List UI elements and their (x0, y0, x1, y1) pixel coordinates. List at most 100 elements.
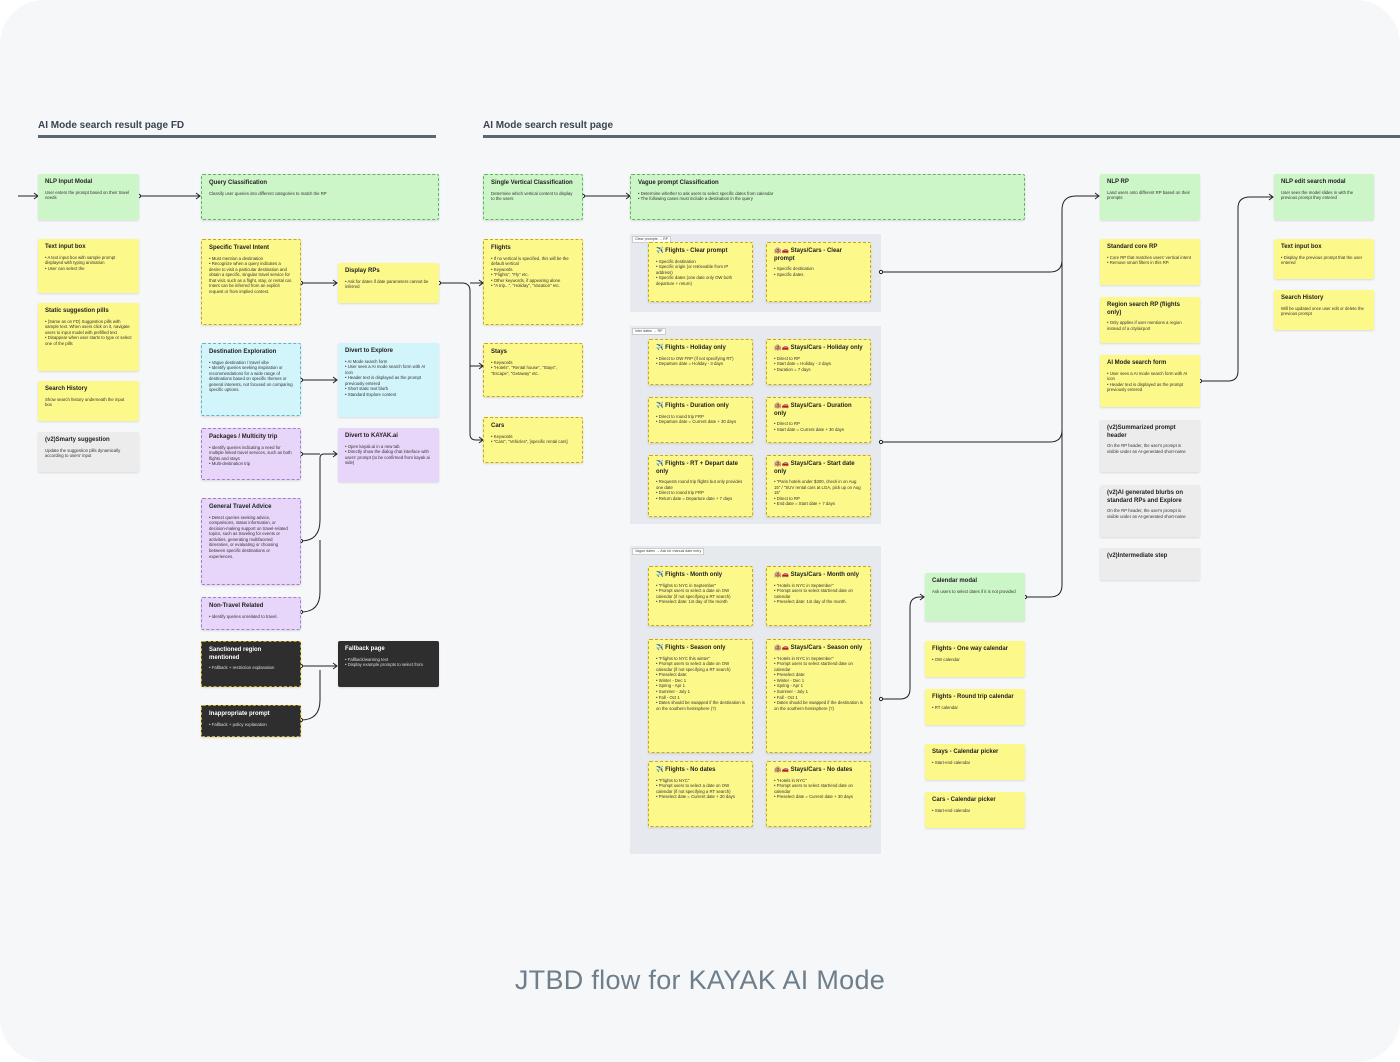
note-display-rps[interactable]: Display RPs • Ask for dates if date para… (338, 263, 439, 303)
note-ai-generated-blurbs[interactable]: (v2)AI generated blurbs on standard RPs … (1100, 485, 1200, 537)
note-search-history-rp[interactable]: Search History Will be updated once user… (1274, 290, 1374, 330)
note-fallback-page[interactable]: Fallback page • Fallback/warning text • … (338, 641, 439, 687)
note-body: • Specific destination • Specific origin… (656, 258, 733, 286)
note-title: Cars - Calendar picker (932, 797, 996, 803)
note-text-input-box-fd[interactable]: Text input box • A text input box with s… (38, 239, 139, 293)
connector-advice-to-kayak (300, 453, 337, 613)
note-packages-multicity[interactable]: Packages / Multicity trip • Identify que… (201, 428, 301, 480)
note-body: • User sees a AI mode search form with A… (1107, 370, 1188, 393)
note-title: Stays - Calendar picker (932, 749, 999, 755)
note-smarty-suggestion[interactable]: (v2)Smarty suggestion Update the suggest… (38, 432, 139, 472)
note-standard-core-rp[interactable]: Standard core RP • Core RP that matches … (1100, 239, 1200, 285)
note-title: Flights (491, 245, 511, 251)
note-body: • Display the previous prompt that the u… (1281, 254, 1363, 266)
note-flights-month-only[interactable]: ✈️ Flights - Month only • "Flights to NY… (648, 566, 753, 626)
note-title: Static suggestion pills (45, 308, 109, 314)
note-title: Flights - One way calendar (932, 646, 1009, 652)
note-stays-cars-holiday-only[interactable]: 🏨🚗 Stays/Cars - Holiday only • Direct to… (766, 339, 871, 385)
note-flights-no-dates[interactable]: ✈️ Flights - No dates • "Flights to NYC"… (648, 761, 753, 827)
note-flights-holiday-only[interactable]: ✈️ Flights - Holiday only • Direct to OW… (648, 339, 753, 385)
note-title: Search History (1281, 295, 1324, 301)
note-title: Region search RP (flights only) (1107, 302, 1180, 316)
note-title: Display RPs (345, 268, 380, 274)
note-sanctioned-region[interactable]: Sanctioned region mentioned • Fallback +… (201, 641, 301, 687)
note-title: Divert to KAYAK.ai (345, 433, 398, 439)
connector-dot (878, 269, 884, 275)
note-body: • Specific destination • Specific dates (774, 266, 814, 277)
note-flights-rt-depart-date[interactable]: ✈️ Flights - RT + Depart date only • Req… (648, 455, 753, 517)
note-static-pills[interactable]: Static suggestion pills • (Same as on FD… (38, 303, 139, 371)
note-body: • A text input box with sample prompt di… (45, 254, 116, 271)
note-region-search-rp[interactable]: Region search RP (flights only) • Only a… (1100, 297, 1200, 343)
note-calendar-modal[interactable]: Calendar modal Ask users to select dates… (925, 573, 1025, 621)
note-stays-cars-duration-only[interactable]: 🏨🚗 Stays/Cars - Duration only • Direct t… (766, 397, 871, 443)
note-flights-season-only[interactable]: ✈️ Flights - Season only • "Flights to N… (648, 639, 753, 753)
note-destination-exploration[interactable]: Destination Exploration • Vague destinat… (201, 343, 301, 416)
note-title: Stays (491, 349, 508, 355)
note-stays-cars-no-dates[interactable]: 🏨🚗 Stays/Cars - No dates • "Hotels in NY… (766, 761, 871, 827)
note-flights-rt-calendar[interactable]: Flights - Round trip calendar • RT calen… (925, 689, 1025, 725)
note-body: • Detect queries seeking advice, compari… (209, 514, 288, 559)
connector-form-to-edit (1200, 196, 1273, 382)
note-query-classification[interactable]: Query Classification Classify user queri… (201, 174, 439, 220)
note-stays-cars-clear-prompt[interactable]: 🏨🚗 Stays/Cars - Clear prompt • Specific … (766, 242, 871, 302)
note-body: User enters the prompt based on their tr… (45, 189, 130, 201)
note-flights-clear-prompt[interactable]: ✈️ Flights - Clear prompt • Specific des… (648, 242, 753, 302)
note-summarized-prompt-header[interactable]: (v2)Summarized prompt header On the RP h… (1100, 420, 1200, 472)
note-search-history-fd[interactable]: Search History Show search history under… (38, 381, 139, 421)
note-intermediate-step[interactable]: (v2)Intermediate step (1100, 548, 1200, 580)
note-specific-travel-intent[interactable]: Specific Travel Intent • Must mention a … (201, 239, 301, 325)
note-body: • Start-end calendar (932, 759, 971, 765)
note-body: • Direct to OW FRP (if not specifying RT… (656, 355, 734, 367)
note-stays-cars-start-date[interactable]: 🏨🚗 Stays/Cars - Start date only • "Paris… (766, 455, 871, 517)
note-title: (v2)Smarty suggestion (45, 437, 110, 443)
note-flights-vertical[interactable]: Flights • If no vertical is specified, t… (483, 239, 583, 325)
note-body: • Direct to RP • Start date = Holiday - … (774, 355, 832, 372)
note-stays-cars-month-only[interactable]: 🏨🚗 Stays/Cars - Month only • "Hotels in … (766, 566, 871, 626)
note-general-travel-advice[interactable]: General Travel Advice • Detect queries s… (201, 498, 301, 585)
note-nlp-rp[interactable]: NLP RP Land users onto different RP base… (1100, 174, 1200, 220)
note-inappropriate-prompt[interactable]: Inappropriate prompt • Fallback + policy… (201, 705, 301, 737)
note-title: Calendar modal (932, 578, 978, 584)
note-nlp-edit-search-modal[interactable]: NLP edit search modal User sees the mode… (1274, 174, 1374, 220)
note-body: • If no vertical is specified, this will… (491, 255, 569, 289)
note-cars-calendar-picker[interactable]: Cars - Calendar picker • Start-end calen… (925, 792, 1025, 828)
note-body: • Fallback/warning text • Display exampl… (345, 656, 423, 668)
note-non-travel[interactable]: Non-Travel Related • Identify queries un… (201, 597, 301, 630)
note-divert-kayak-ai[interactable]: Divert to KAYAK.ai • Open kayak.ai in a … (338, 428, 439, 482)
note-body: • Fallback + policy explanation (209, 721, 267, 727)
note-stays-vertical[interactable]: Stays • Keywords • "Hotels", "Rental hou… (483, 343, 583, 397)
note-title: ✈️ Flights - Duration only (656, 403, 729, 409)
note-flights-duration-only[interactable]: ✈️ Flights - Duration only • Direct to r… (648, 397, 753, 443)
note-body: Determine which vertical content to disp… (491, 190, 573, 202)
connector-infer-to-nlprp (881, 260, 1063, 443)
note-stays-cars-season-only[interactable]: 🏨🚗 Stays/Cars - Season only • "Hotels in… (766, 639, 871, 753)
note-body: • "Flights to NYC" • Prompt users to sel… (656, 777, 735, 800)
note-flights-ow-calendar[interactable]: Flights - One way calendar • OW calendar (925, 641, 1025, 677)
note-title: ✈️ Flights - No dates (656, 767, 716, 773)
note-single-vertical-classification[interactable]: Single Vertical Classification Determine… (483, 174, 583, 220)
note-title: Divert to Explore (345, 348, 394, 354)
note-stays-calendar-picker[interactable]: Stays - Calendar picker • Start-end cale… (925, 744, 1025, 780)
note-body: • (Same as on FD) Suggestion pills with … (45, 318, 132, 346)
note-title: 🏨🚗 Stays/Cars - Holiday only (774, 345, 863, 351)
note-title: 🏨🚗 Stays/Cars - No dates (774, 767, 853, 773)
note-title: AI Mode search form (1107, 360, 1167, 366)
note-title: Text input box (45, 244, 86, 250)
note-title: NLP RP (1107, 179, 1129, 185)
note-text-input-box-rp[interactable]: Text input box • Display the previous pr… (1274, 239, 1374, 279)
note-title: 🏨🚗 Stays/Cars - Duration only (774, 403, 852, 417)
note-divert-explore[interactable]: Divert to Explore • AI Mode search form … (338, 343, 439, 417)
note-title: (v2)Summarized prompt header (1107, 425, 1176, 439)
note-nlp-input-modal[interactable]: NLP Input Modal User enters the prompt b… (38, 174, 139, 220)
note-body: • Ask for dates if date parameters canno… (345, 278, 429, 290)
note-title: Flights - Round trip calendar (932, 694, 1014, 700)
note-body: Will be updated once user edit or delete… (1281, 305, 1364, 317)
note-body: User sees the model slides in with the p… (1281, 189, 1354, 201)
note-cars-vertical[interactable]: Cars • Keywords • "Cars", "Vehicles", [s… (483, 417, 583, 463)
note-vague-prompt-classification[interactable]: Vague prompt Classification • Determine … (630, 174, 1025, 220)
note-body: • "Paris hotels under $300, check in on … (774, 479, 861, 507)
note-ai-mode-search-form[interactable]: AI Mode search form • User sees a AI mod… (1100, 355, 1200, 407)
note-body: • Keywords • "Cars", "Vehicles", [specif… (491, 433, 568, 445)
connector-dot (878, 439, 884, 445)
